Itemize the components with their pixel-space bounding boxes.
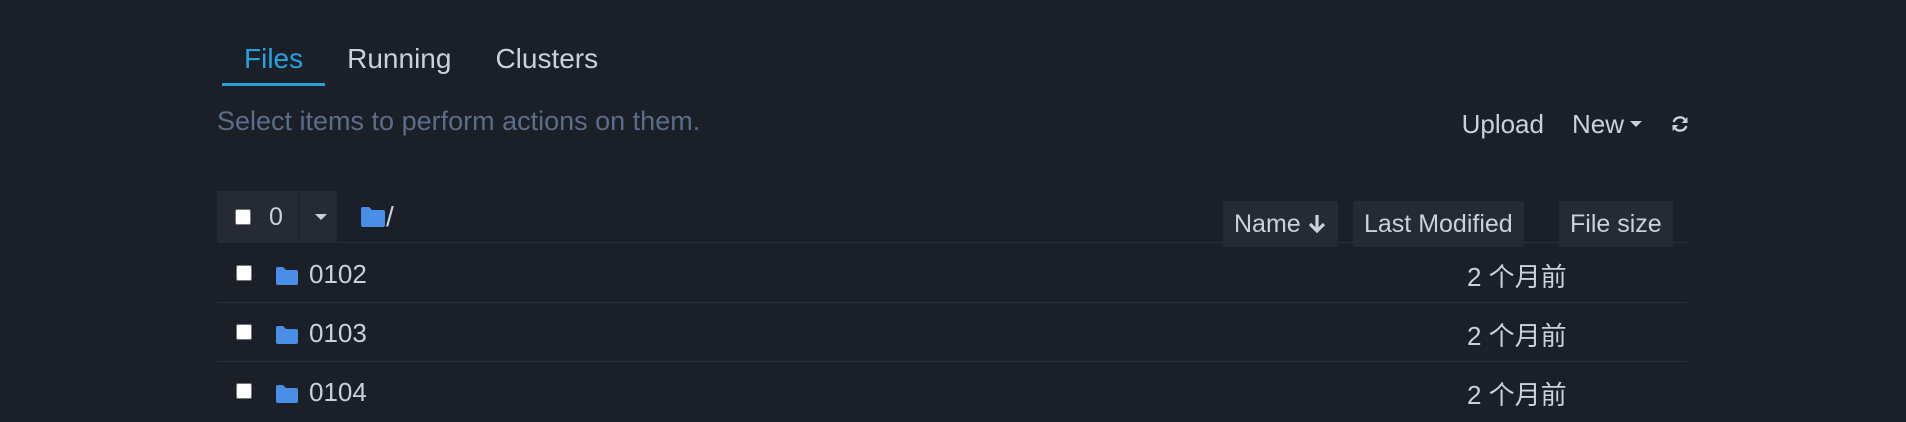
refresh-icon — [1672, 116, 1688, 132]
folder-icon — [276, 385, 298, 403]
sort-by-name-button[interactable]: Name — [1223, 201, 1338, 247]
arrow-down-icon — [1308, 215, 1325, 234]
last-modified: 2 个月前 — [1467, 380, 1567, 410]
sort-by-modified-button[interactable]: Last Modified — [1353, 201, 1524, 247]
select-menu-button[interactable] — [299, 191, 337, 243]
upload-button[interactable]: Upload — [1462, 109, 1544, 140]
file-toolbar: Upload New — [1440, 104, 1690, 144]
new-dropdown-button[interactable]: New — [1572, 109, 1642, 140]
caret-down-icon — [1630, 121, 1642, 127]
tab-bar: Files Running Clusters — [222, 32, 620, 86]
selected-count: 0 — [269, 202, 283, 231]
sort-name-label: Name — [1234, 209, 1301, 238]
sort-size-label: File size — [1570, 209, 1662, 238]
folder-icon — [361, 207, 385, 227]
tab-clusters[interactable]: Clusters — [473, 32, 620, 86]
file-row[interactable]: 0104 2 个月前 — [217, 363, 1687, 421]
new-label: New — [1571, 108, 1624, 139]
row-checkbox[interactable] — [236, 324, 252, 340]
select-all-checkbox[interactable] — [235, 209, 251, 225]
breadcrumb-path: / — [386, 201, 394, 232]
breadcrumb-root[interactable]: / — [360, 199, 394, 235]
sort-modified-label: Last Modified — [1364, 209, 1513, 238]
caret-down-icon — [315, 214, 327, 220]
file-list-header: 0 / Name Last Modified File size — [217, 191, 1687, 247]
sort-by-size-button[interactable]: File size — [1559, 201, 1673, 247]
tab-files[interactable]: Files — [222, 32, 326, 86]
folder-icon — [276, 267, 298, 285]
file-row[interactable]: 0103 2 个月前 — [217, 304, 1687, 362]
selection-hint: Select items to perform actions on them. — [217, 106, 701, 136]
file-name-link[interactable]: 0103 — [309, 318, 367, 349]
file-row[interactable]: 0102 2 个月前 — [217, 245, 1687, 303]
file-name-link[interactable]: 0102 — [309, 259, 367, 290]
file-name-link[interactable]: 0104 — [309, 377, 367, 408]
refresh-button[interactable] — [1670, 114, 1690, 134]
last-modified: 2 个月前 — [1467, 321, 1567, 351]
row-checkbox[interactable] — [236, 265, 252, 281]
tab-running[interactable]: Running — [325, 32, 473, 86]
select-all-toggle[interactable]: 0 — [217, 191, 299, 243]
upload-label: Upload — [1461, 108, 1544, 139]
last-modified: 2 个月前 — [1467, 262, 1567, 292]
select-all-control: 0 — [217, 191, 337, 243]
folder-icon — [276, 326, 298, 344]
row-checkbox[interactable] — [236, 383, 252, 399]
